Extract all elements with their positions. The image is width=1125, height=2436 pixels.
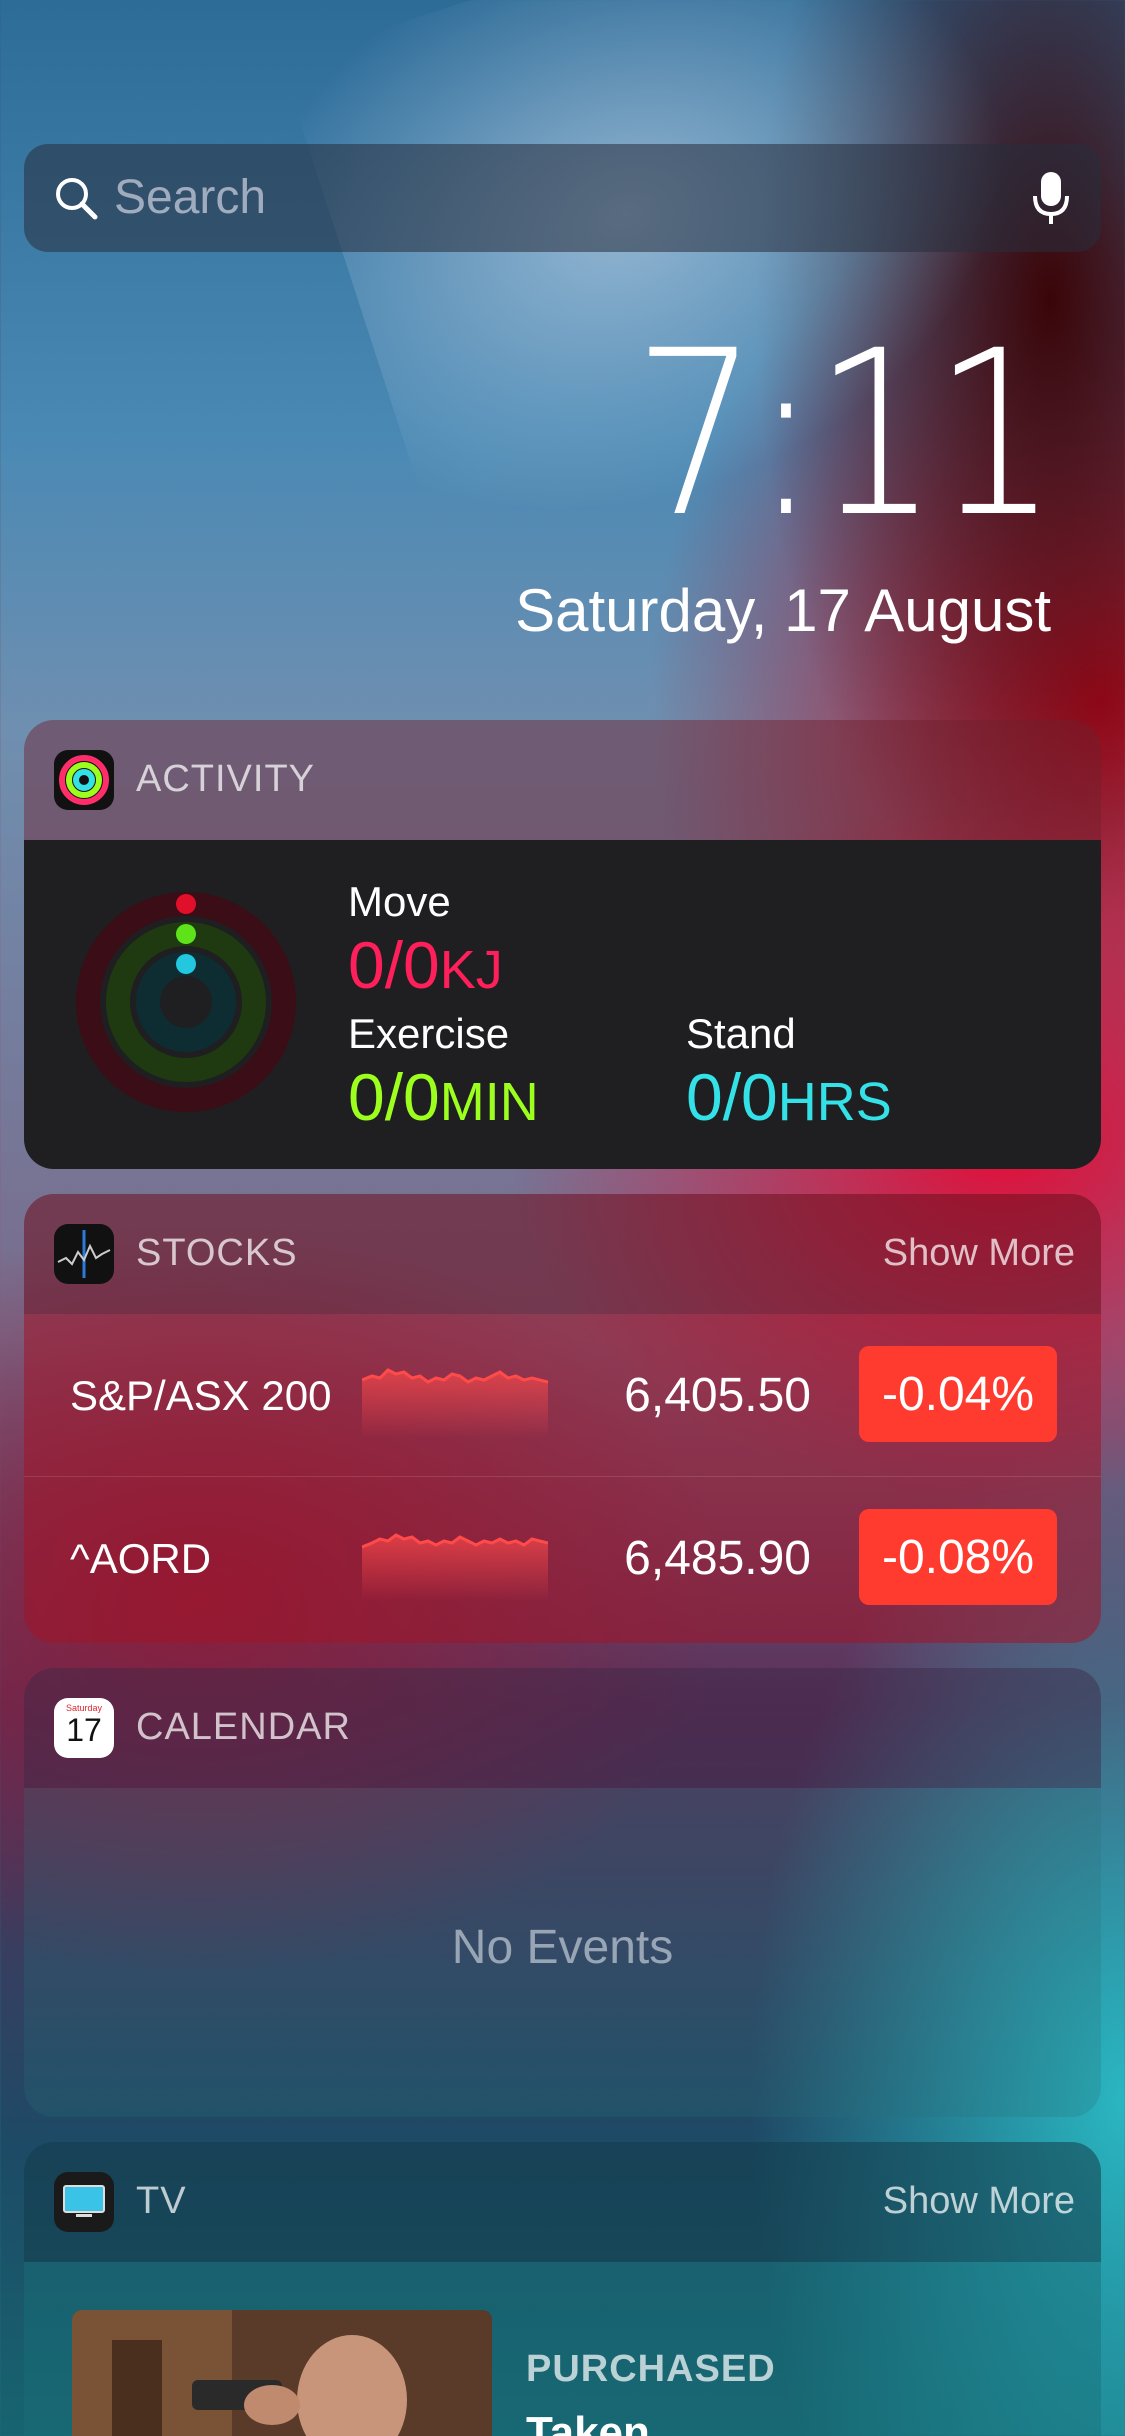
- no-events-text: No Events: [451, 1921, 674, 1974]
- stock-row[interactable]: ^AORD 6,485.90 -0.08%: [24, 1476, 1101, 1638]
- search-placeholder: Search: [114, 171, 267, 224]
- stock-row[interactable]: S&P/ASX 200 6,405.50 -0.04%: [24, 1314, 1101, 1476]
- stock-sparkline: [362, 1533, 548, 1601]
- calendar-body: No Events: [24, 1788, 1101, 2117]
- activity-body: Move 0/0KJ Exercise 0/0MIN Stand 0/0HRS: [24, 840, 1101, 1169]
- search-icon: [56, 178, 98, 220]
- activity-rings-chart: [76, 892, 296, 1112]
- activity-widget[interactable]: ACTIVITY Move 0/0KJ Exercise 0/0MIN Stan…: [24, 720, 1101, 1169]
- stocks-title: STOCKS: [136, 1232, 298, 1274]
- search-bar[interactable]: Search: [24, 144, 1101, 252]
- tv-item-title[interactable]: Taken: [526, 2408, 650, 2436]
- stock-change-badge[interactable]: -0.04%: [859, 1346, 1057, 1442]
- stock-symbol: S&P/ASX 200: [70, 1372, 332, 1419]
- stand-amount: 0/0: [686, 1060, 778, 1134]
- stock-price: 6,405.50: [624, 1369, 811, 1422]
- move-amount: 0/0: [348, 928, 440, 1002]
- stocks-header[interactable]: STOCKS Show More: [24, 1194, 1101, 1314]
- exercise-label: Exercise: [348, 1010, 510, 1057]
- stock-symbol: ^AORD: [70, 1535, 212, 1582]
- activity-title: ACTIVITY: [136, 758, 316, 800]
- stocks-list: S&P/ASX 200 6,405.50 -0.04% ^AORD 6,485.…: [24, 1314, 1101, 1643]
- stocks-widget[interactable]: STOCKS Show More S&P/ASX 200 6,405.50 -0…: [24, 1194, 1101, 1643]
- exercise-unit: MIN: [439, 1072, 539, 1132]
- stand-value: 0/0HRS: [686, 1064, 892, 1130]
- calendar-title: CALENDAR: [136, 1706, 351, 1748]
- calendar-widget[interactable]: Saturday 17 CALENDAR No Events: [24, 1668, 1101, 2117]
- exercise-amount: 0/0: [348, 1060, 440, 1134]
- tv-body: PURCHASED Taken: [24, 2262, 1101, 2436]
- movie-thumbnail[interactable]: [72, 2310, 492, 2436]
- tv-show-more-button[interactable]: Show More: [883, 2180, 1075, 2223]
- tv-item-tag: PURCHASED: [526, 2348, 776, 2390]
- stock-price: 6,485.90: [624, 1532, 811, 1585]
- stocks-show-more-button[interactable]: Show More: [883, 1232, 1075, 1275]
- stocks-app-icon: [54, 1224, 114, 1284]
- stock-change-badge[interactable]: -0.08%: [859, 1509, 1057, 1605]
- stand-label: Stand: [686, 1010, 796, 1057]
- activity-header[interactable]: ACTIVITY: [24, 720, 1101, 840]
- lock-clock: 7:11: [633, 301, 1058, 567]
- tv-title: TV: [136, 2180, 187, 2222]
- move-unit: KJ: [439, 940, 503, 1000]
- tv-widget[interactable]: TV Show More PURCHASED Taken: [24, 2142, 1101, 2436]
- tv-app-icon: [54, 2172, 114, 2232]
- tv-header[interactable]: TV Show More: [24, 2142, 1101, 2262]
- activity-rings-icon: [54, 750, 114, 810]
- calendar-header[interactable]: Saturday 17 CALENDAR: [24, 1668, 1101, 1788]
- lock-date: Saturday, 17 August: [515, 577, 1051, 644]
- move-label: Move: [348, 878, 451, 925]
- calendar-app-icon: Saturday 17: [54, 1698, 114, 1758]
- move-value: 0/0KJ: [348, 932, 503, 998]
- stand-unit: HRS: [777, 1072, 892, 1132]
- exercise-value: 0/0MIN: [348, 1064, 539, 1130]
- stock-sparkline: [362, 1368, 548, 1438]
- microphone-icon[interactable]: [1031, 170, 1071, 228]
- calendar-icon-date: 17: [66, 1712, 102, 1748]
